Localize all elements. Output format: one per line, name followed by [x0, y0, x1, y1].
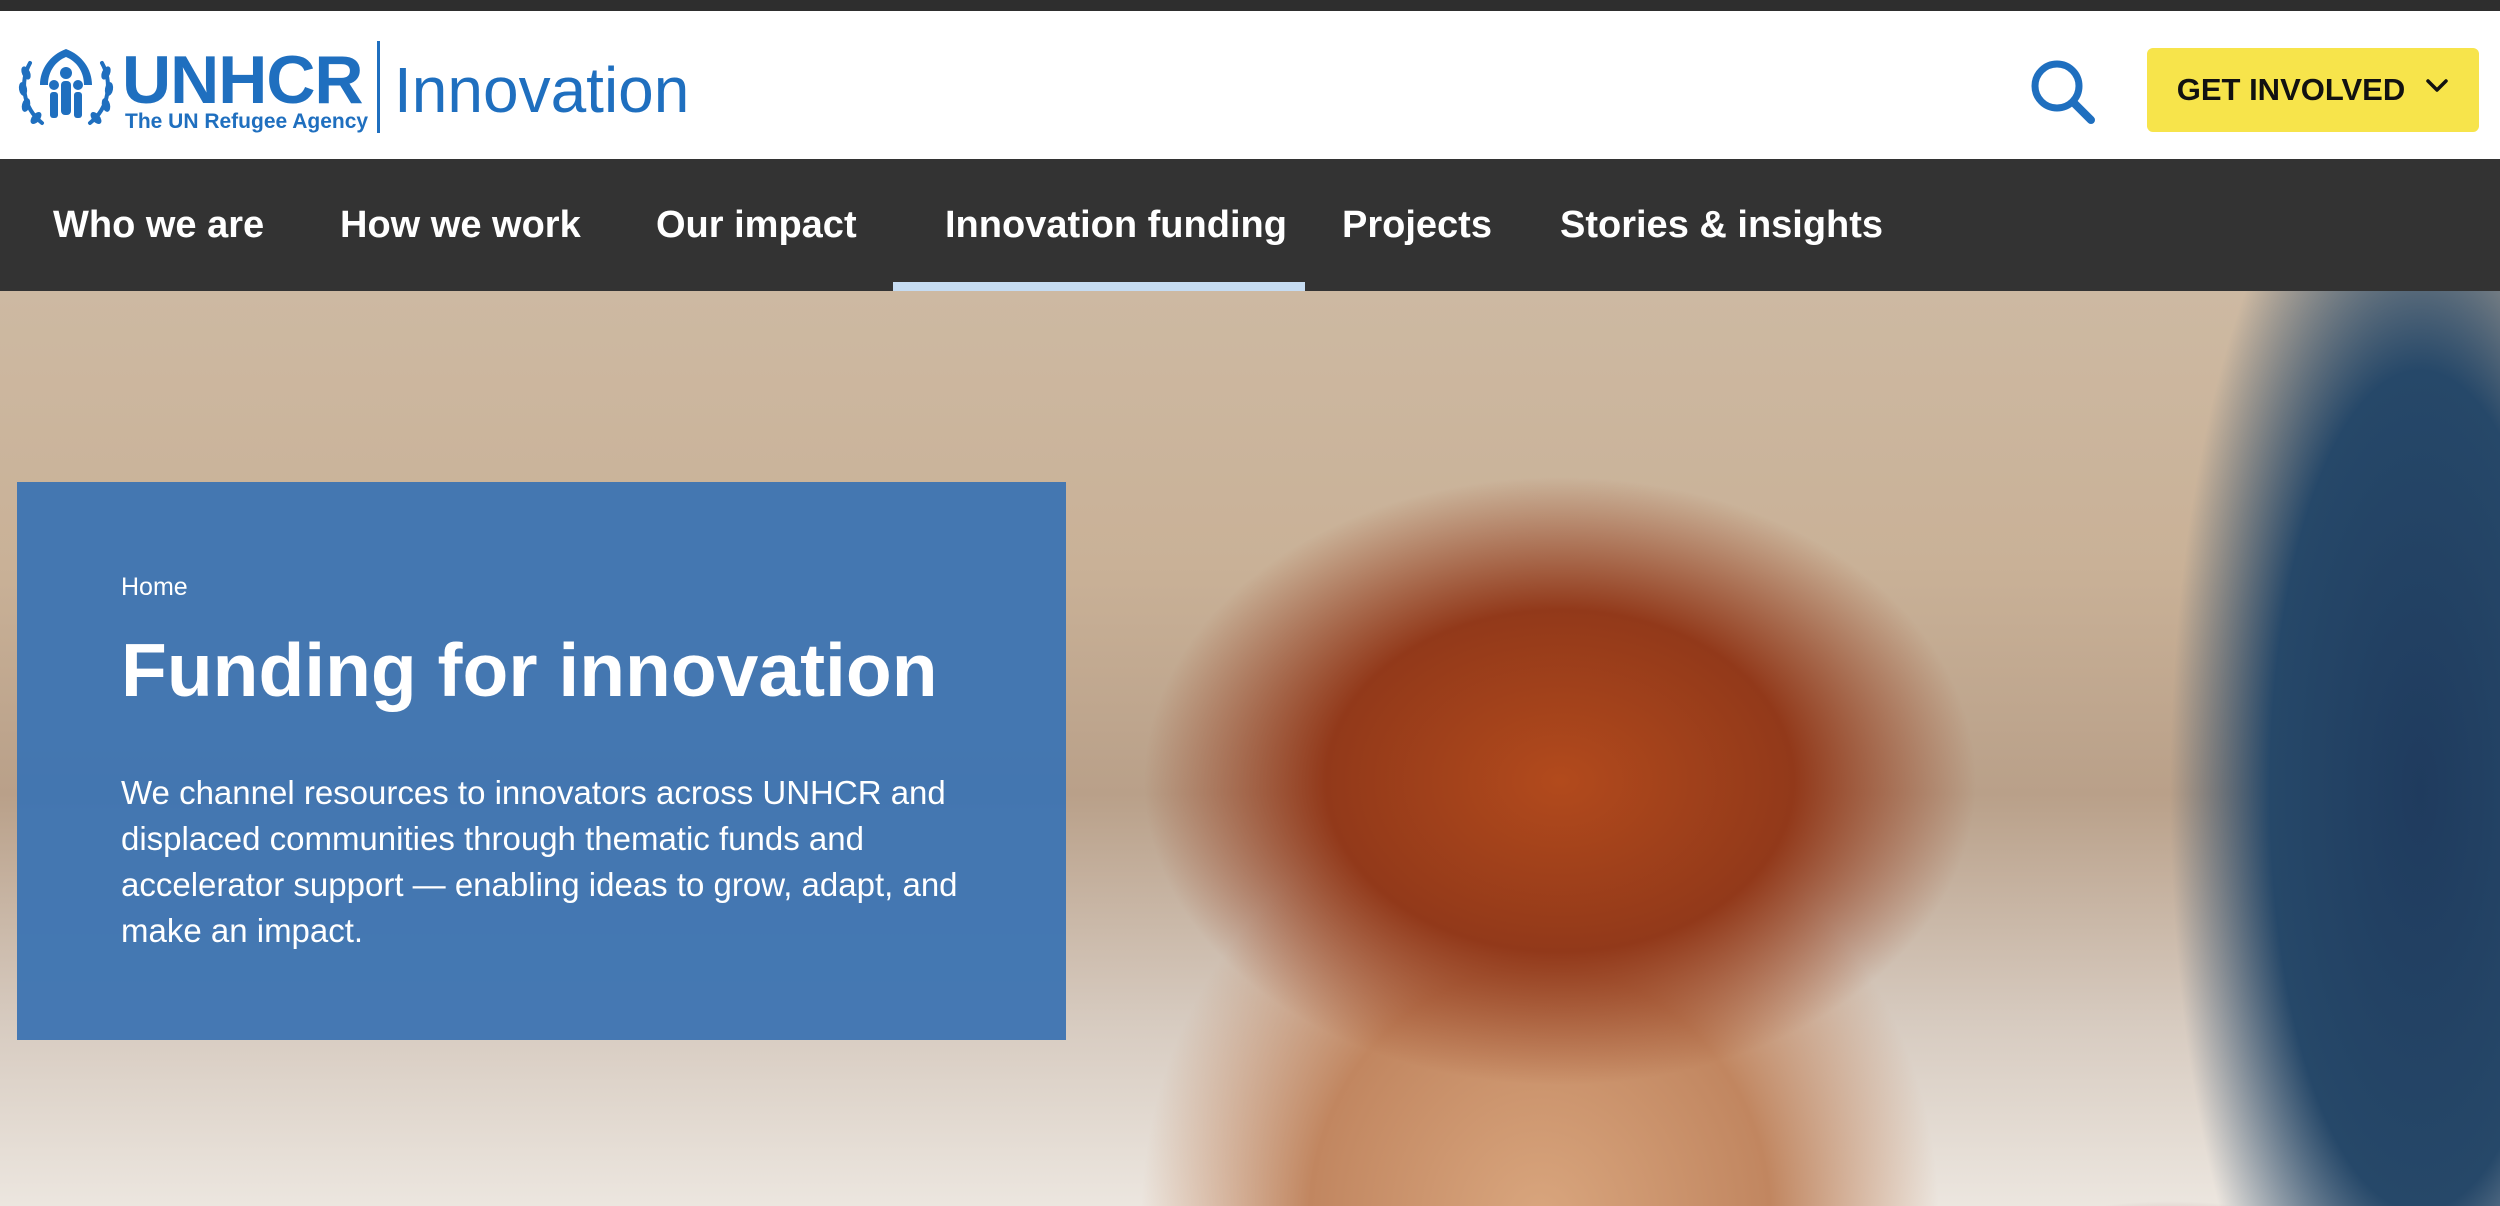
nav-item-how-we-work[interactable]: How we work	[288, 159, 633, 291]
top-strip	[0, 0, 2500, 11]
search-icon	[2031, 60, 2095, 124]
nav-item-who-we-are[interactable]: Who we are	[1, 159, 316, 291]
brand-name: UNHCR	[122, 42, 364, 118]
brand-tagline: The UN Refugee Agency	[125, 110, 369, 133]
site-header: UNHCR The UN Refugee Agency Innovation G…	[0, 11, 2500, 159]
hero-description: We channel resources to innovators acros…	[121, 774, 958, 949]
site-name[interactable]: Innovation	[394, 52, 689, 128]
brand-wordmark[interactable]: UNHCR The UN Refugee Agency	[122, 42, 369, 133]
nav-item-stories-insights[interactable]: Stories & insights	[1508, 159, 1935, 291]
get-involved-button[interactable]: GET INVOLVED	[2147, 48, 2479, 132]
search-button[interactable]	[2028, 57, 2098, 127]
hero-text-panel: Home Funding for innovation We channel r…	[17, 482, 1066, 1040]
get-involved-label: GET INVOLVED	[2176, 72, 2406, 107]
nav-item-our-impact[interactable]: Our impact	[604, 159, 909, 291]
brand-divider	[377, 41, 380, 133]
hero-banner: Home Funding for innovation We channel r…	[0, 291, 2500, 1206]
unhcr-emblem-icon[interactable]	[16, 43, 116, 135]
chevron-down-icon	[2426, 79, 2448, 92]
nav-item-projects[interactable]: Projects	[1290, 159, 1544, 291]
breadcrumb-home-link[interactable]: Home	[121, 573, 188, 602]
main-navigation: Who we are How we work Our impact Innova…	[0, 159, 2500, 291]
nav-item-innovation-funding[interactable]: Innovation funding	[893, 159, 1305, 291]
page-title: Funding for innovation	[121, 628, 938, 712]
